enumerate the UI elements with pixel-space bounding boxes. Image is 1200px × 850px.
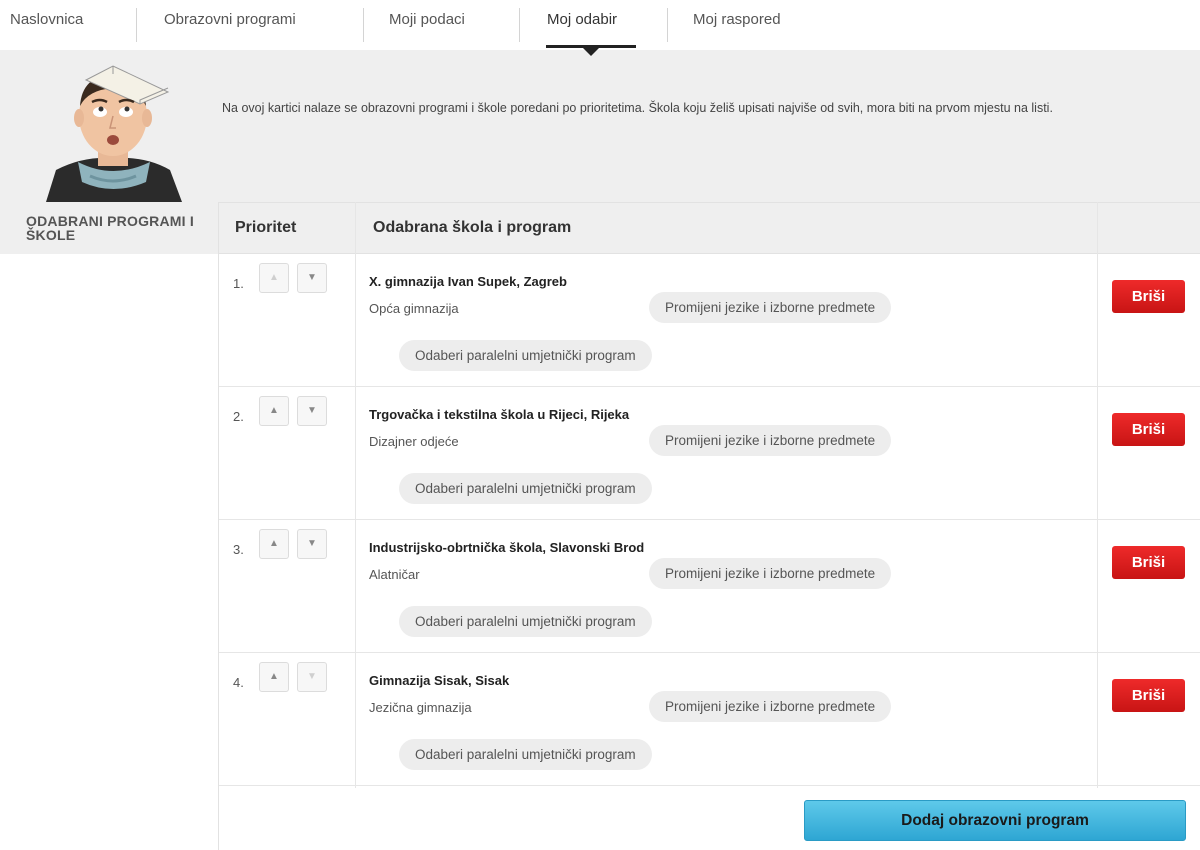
program-name: Dizajner odjeće [369, 434, 459, 449]
parallel-program-button[interactable]: Odaberi paralelni umjetnički program [399, 739, 652, 770]
move-down-button[interactable]: ▼ [297, 263, 327, 293]
selected-programs-table: Prioritet Odabrana škola i program 1. ▲ … [218, 202, 1200, 850]
table-row: 3. ▲ ▼ Industrijsko-obrtnička škola, Sla… [219, 520, 1200, 653]
priority-number: 3. [233, 542, 244, 557]
priority-number: 2. [233, 409, 244, 424]
move-down-button[interactable]: ▼ [297, 396, 327, 426]
chevron-up-icon: ▲ [269, 671, 279, 682]
tab-divider [363, 8, 364, 42]
move-up-button: ▲ [259, 263, 289, 293]
table-header: Prioritet Odabrana škola i program [219, 202, 1200, 254]
info-text: Na ovoj kartici nalaze se obrazovni prog… [222, 101, 1053, 115]
table-row: 2. ▲ ▼ Trgovačka i tekstilna škola u Rij… [219, 387, 1200, 520]
move-up-button[interactable]: ▲ [259, 529, 289, 559]
school-name: Industrijsko-obrtnička škola, Slavonski … [369, 540, 645, 555]
program-name: Jezična gimnazija [369, 700, 472, 715]
chevron-down-icon: ▼ [307, 272, 317, 283]
info-banner: Na ovoj kartici nalaze se obrazovni prog… [0, 50, 1200, 202]
chevron-up-icon: ▲ [269, 405, 279, 416]
change-languages-button[interactable]: Promijeni jezike i izborne predmete [649, 425, 892, 456]
priority-number: 4. [233, 675, 244, 690]
chevron-down-icon: ▼ [307, 538, 317, 549]
add-program-button[interactable]: Dodaj obrazovni program [804, 800, 1186, 841]
school-name: Gimnazija Sisak, Sisak [369, 673, 510, 688]
move-down-button: ▼ [297, 662, 327, 692]
delete-button[interactable]: Briši [1112, 679, 1185, 712]
active-tab-caret-icon [583, 48, 599, 56]
chevron-down-icon: ▼ [307, 405, 317, 416]
school-name: Trgovačka i tekstilna škola u Rijeci, Ri… [369, 407, 630, 422]
section-heading-column: ODABRANI PROGRAMI I ŠKOLE [0, 202, 218, 254]
main-tabs: Naslovnica Obrazovni programi Moji podac… [0, 0, 1200, 56]
parallel-program-button[interactable]: Odaberi paralelni umjetnički program [399, 340, 652, 371]
parallel-program-button[interactable]: Odaberi paralelni umjetnički program [399, 606, 652, 637]
tab-divider [136, 8, 137, 42]
priority-number: 1. [233, 276, 244, 291]
tab-moji-podaci[interactable]: Moji podaci [389, 0, 465, 42]
chevron-up-icon: ▲ [269, 538, 279, 549]
section-title: ODABRANI PROGRAMI I ŠKOLE [26, 213, 194, 243]
delete-button[interactable]: Briši [1112, 413, 1185, 446]
change-languages-button[interactable]: Promijeni jezike i izborne predmete [649, 558, 892, 589]
column-header-priority: Prioritet [235, 219, 297, 236]
column-header-school: Odabrana škola i program [373, 219, 572, 236]
move-up-button[interactable]: ▲ [259, 662, 289, 692]
delete-button[interactable]: Briši [1112, 546, 1185, 579]
tab-divider [519, 8, 520, 42]
tab-obrazovni-programi[interactable]: Obrazovni programi [164, 0, 296, 42]
chevron-up-icon: ▲ [269, 272, 279, 283]
tab-divider [667, 8, 668, 42]
change-languages-button[interactable]: Promijeni jezike i izborne predmete [649, 292, 892, 323]
tab-moj-odabir[interactable]: Moj odabir [547, 0, 617, 42]
parallel-program-button[interactable]: Odaberi paralelni umjetnički program [399, 473, 652, 504]
move-up-button[interactable]: ▲ [259, 396, 289, 426]
chevron-down-icon: ▼ [307, 671, 317, 682]
program-name: Alatničar [369, 567, 420, 582]
student-illustration [46, 65, 182, 202]
program-name: Opća gimnazija [369, 301, 459, 316]
move-down-button[interactable]: ▼ [297, 529, 327, 559]
change-languages-button[interactable]: Promijeni jezike i izborne predmete [649, 691, 892, 722]
school-name: X. gimnazija Ivan Supek, Zagreb [369, 274, 567, 289]
table-row: 1. ▲ ▼ X. gimnazija Ivan Supek, Zagreb O… [219, 254, 1200, 387]
table-row: 4. ▲ ▼ Gimnazija Sisak, Sisak Jezična gi… [219, 653, 1200, 786]
tab-moj-raspored[interactable]: Moj raspored [693, 0, 781, 42]
tab-naslovnica[interactable]: Naslovnica [10, 0, 83, 42]
delete-button[interactable]: Briši [1112, 280, 1185, 313]
